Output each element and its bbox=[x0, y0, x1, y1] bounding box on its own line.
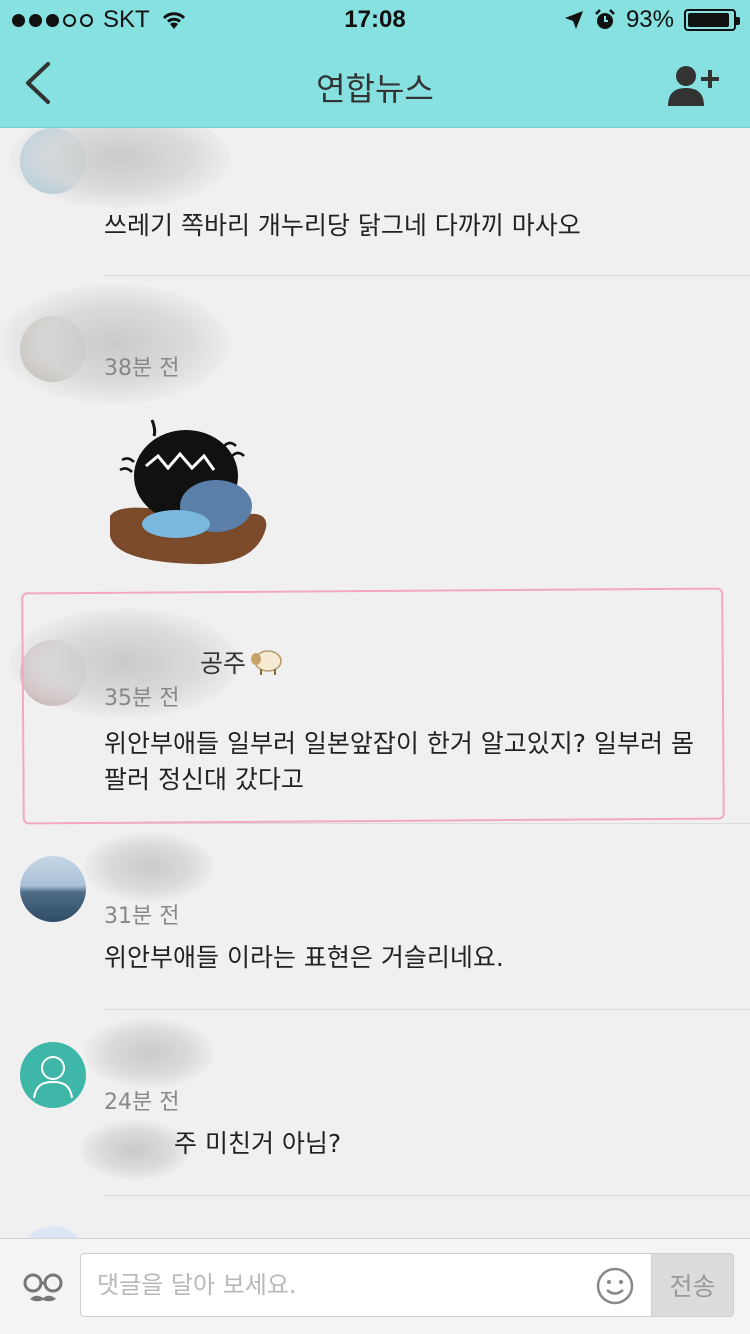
app-root: SKT 17:08 93% 연합뉴스 쓰레기 쪽바리 개누리당 닭그네 다까끼 … bbox=[0, 0, 750, 1334]
glasses-mustache-icon[interactable] bbox=[20, 1265, 66, 1311]
comment-text: 위안부애들 이라는 표현은 거슬리네요. bbox=[104, 943, 504, 972]
avatar[interactable] bbox=[20, 856, 86, 922]
comment-input[interactable] bbox=[97, 1254, 587, 1316]
default-person-icon bbox=[33, 1056, 73, 1099]
battery-percent: 93% bbox=[625, 6, 674, 33]
battery-icon bbox=[684, 9, 740, 31]
comment-item: 쓰레기 쪽바리 개누리당 닭그네 다까끼 마사오 bbox=[0, 128, 750, 276]
comment-input-bar: 전송 bbox=[0, 1238, 750, 1334]
add-friend-icon[interactable] bbox=[666, 62, 722, 110]
status-right: 93% bbox=[564, 6, 740, 34]
comment-item: 31분 전 위안부애들 이라는 표현은 거슬리네요. bbox=[0, 824, 750, 1010]
status-bar: SKT 17:08 93% bbox=[0, 0, 750, 40]
comment-text: 주 미친거 아님? bbox=[174, 1129, 342, 1158]
comment-item: 38분 전 bbox=[0, 276, 750, 588]
comment-list[interactable]: 쓰레기 쪽바리 개누리당 닭그네 다까끼 마사오 38분 전 공주 35분 전 … bbox=[0, 128, 750, 1238]
divider bbox=[104, 1195, 750, 1196]
location-arrow-icon bbox=[564, 11, 583, 29]
redacted-author bbox=[0, 284, 230, 404]
comment-time: 38분 전 bbox=[104, 356, 180, 381]
comment-input-container bbox=[80, 1253, 652, 1317]
smile-icon[interactable] bbox=[595, 1266, 635, 1306]
redacted-author bbox=[10, 128, 230, 208]
page-title: 연합뉴스 bbox=[316, 70, 434, 108]
send-button[interactable]: 전송 bbox=[652, 1253, 734, 1317]
alarm-clock-icon bbox=[595, 9, 615, 29]
comment-item: 24분 전 주 미친거 아님? bbox=[0, 1010, 750, 1196]
redacted-author bbox=[84, 1018, 214, 1088]
crying-character-sticker bbox=[110, 419, 267, 565]
avatar[interactable] bbox=[20, 1042, 86, 1108]
comment-time: 24분 전 bbox=[104, 1090, 180, 1115]
highlight-annotation bbox=[21, 587, 725, 825]
navigation-bar: 연합뉴스 bbox=[0, 40, 750, 128]
avatar[interactable] bbox=[20, 1226, 86, 1238]
comment-text: 쓰레기 쪽바리 개누리당 닭그네 다까끼 마사오 bbox=[104, 211, 581, 240]
redacted-author bbox=[84, 832, 214, 902]
battery-level-fill bbox=[688, 13, 729, 27]
comment-time: 31분 전 bbox=[104, 904, 180, 929]
